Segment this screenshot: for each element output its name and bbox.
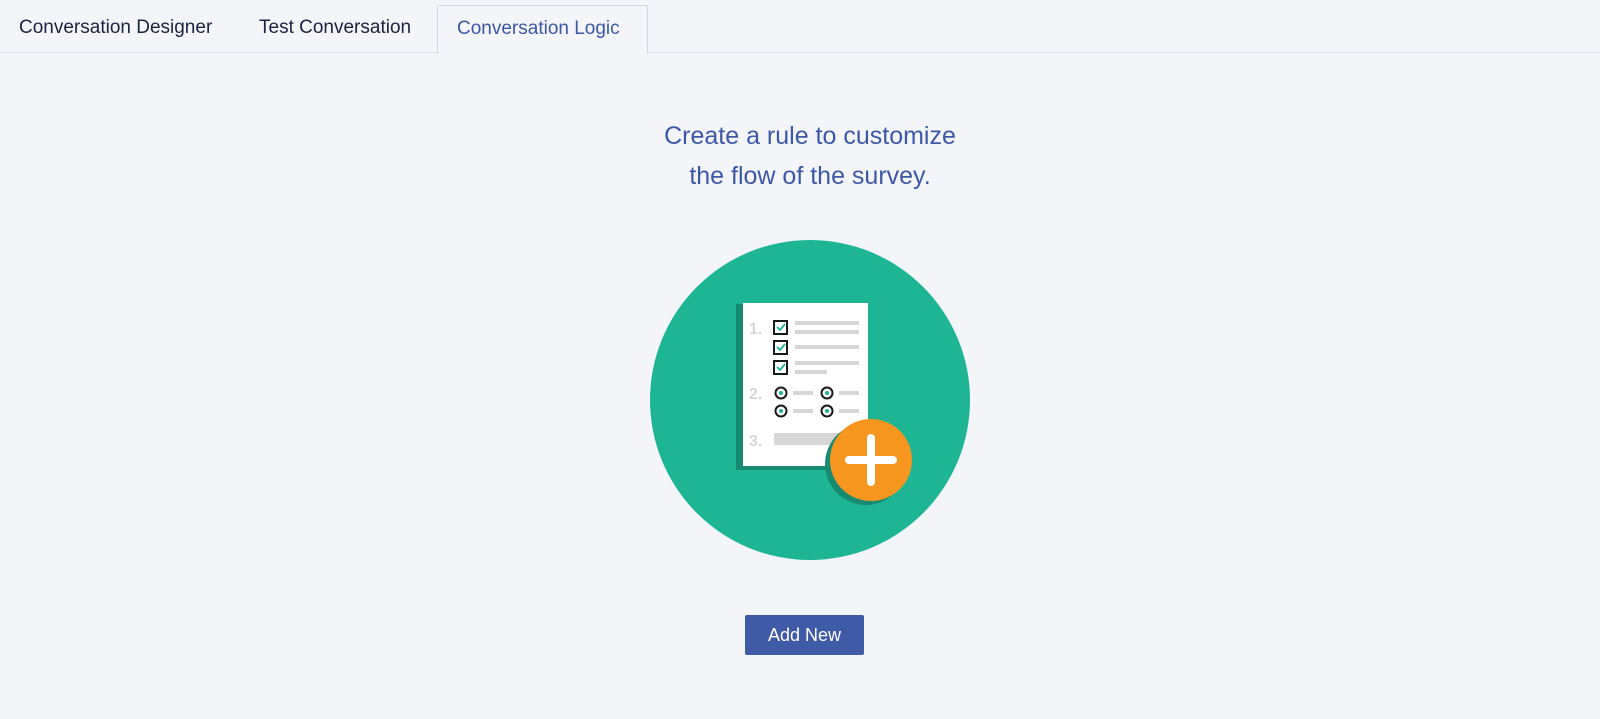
- empty-state-headline: Create a rule to customize the flow of t…: [560, 116, 1060, 196]
- plus-icon: [830, 419, 912, 501]
- radio-icon: [820, 386, 834, 400]
- radio-icon: [774, 386, 788, 400]
- survey-add-icon: 1. 2. 3.: [650, 240, 970, 565]
- headline-line-1: Create a rule to customize: [664, 122, 956, 150]
- list-number-1: 1.: [749, 321, 762, 338]
- tab-conversation-designer[interactable]: Conversation Designer: [0, 5, 231, 53]
- tab-bar: Conversation Designer Test Conversation …: [0, 0, 1600, 54]
- checkbox-icon: [773, 340, 788, 355]
- checkbox-icon: [773, 360, 788, 375]
- checkbox-icon: [773, 320, 788, 335]
- tab-conversation-logic[interactable]: Conversation Logic: [437, 5, 648, 54]
- tab-test-conversation[interactable]: Test Conversation: [240, 5, 430, 53]
- radio-icon: [820, 404, 834, 418]
- headline-line-2: the flow of the survey.: [689, 162, 931, 190]
- radio-icon: [774, 404, 788, 418]
- list-number-3: 3.: [749, 433, 762, 450]
- add-new-button[interactable]: Add New: [745, 615, 864, 655]
- list-number-2: 2.: [749, 386, 762, 403]
